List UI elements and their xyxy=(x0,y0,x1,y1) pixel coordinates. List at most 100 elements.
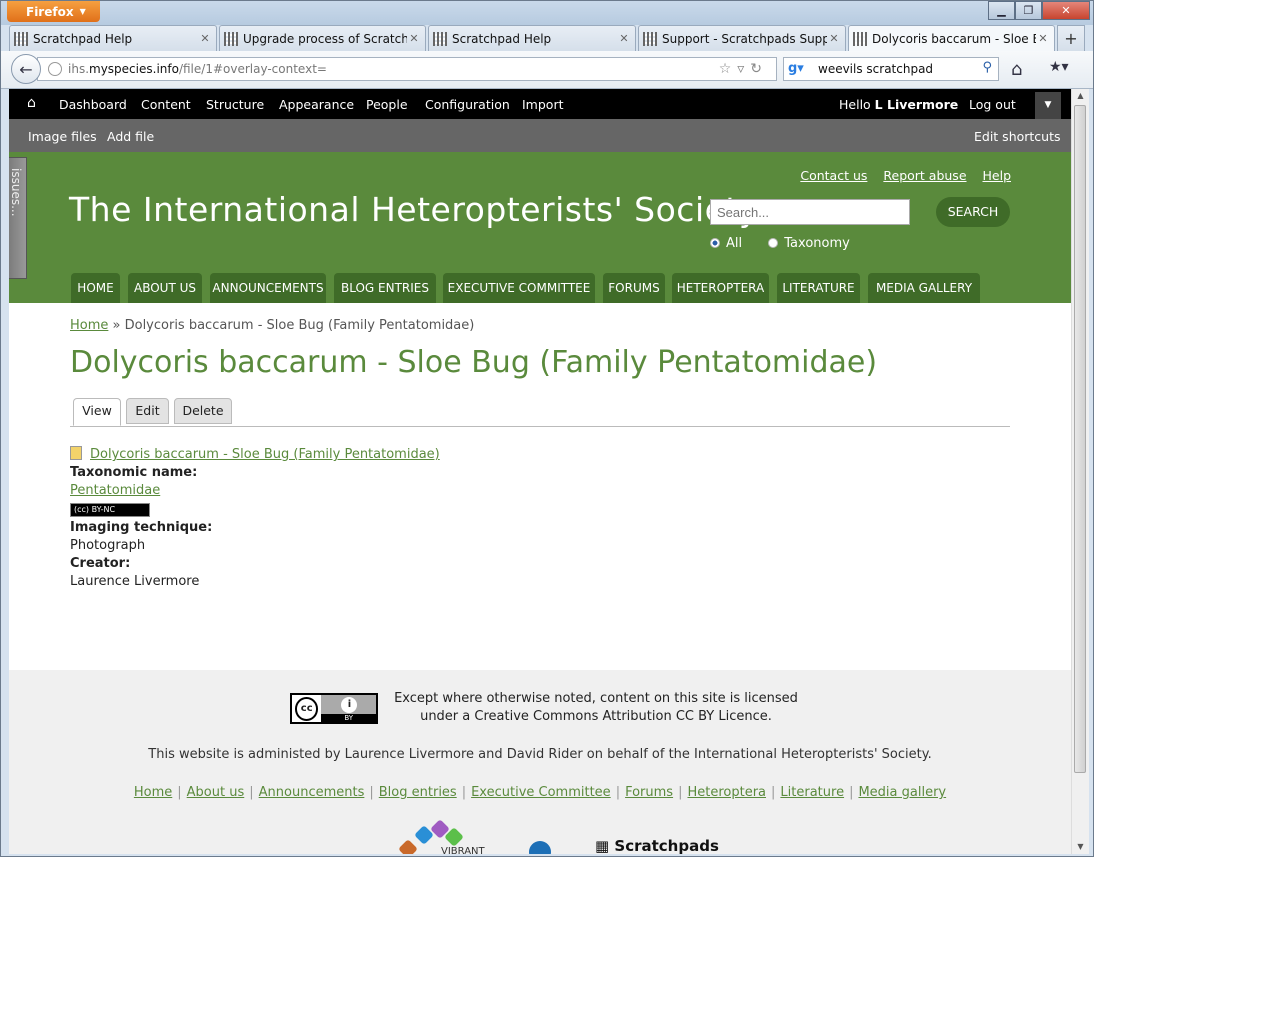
vibrant-logo-hex xyxy=(398,839,418,854)
nav-blog-entries[interactable]: BLOG ENTRIES xyxy=(334,273,436,303)
breadcrumb-home[interactable]: Home xyxy=(70,318,108,333)
footer-link-home[interactable]: Home xyxy=(134,785,172,800)
bookmark-star-icon[interactable]: ☆▿↻ xyxy=(719,61,768,77)
footer-link-literature[interactable]: Literature xyxy=(780,785,844,800)
back-arrow-icon: ← xyxy=(19,59,33,79)
tab-delete[interactable]: Delete xyxy=(174,398,232,424)
tab-edit[interactable]: Edit xyxy=(126,398,169,424)
cc-by-license-logo[interactable]: cc i BY xyxy=(290,693,378,724)
issues-tab[interactable]: issues... xyxy=(9,157,27,279)
toolbar-drawer-toggle[interactable]: ▼ xyxy=(1035,92,1061,119)
shortcut-image-files[interactable]: Image files xyxy=(28,129,97,144)
google-icon: g▾ xyxy=(788,61,804,76)
radio-all[interactable] xyxy=(710,238,720,248)
footer-link-executive-committee[interactable]: Executive Committee xyxy=(471,785,611,800)
close-tab-icon[interactable]: ✕ xyxy=(407,32,421,45)
footer-link-media-gallery[interactable]: Media gallery xyxy=(858,785,946,800)
browser-tab-active[interactable]: Dolycoris baccarum - Sloe Bu...✕ xyxy=(848,25,1055,51)
site-name[interactable]: The International Heteropterists' Societ… xyxy=(69,190,759,229)
new-tab-button[interactable]: + xyxy=(1057,25,1085,51)
file-link[interactable]: Dolycoris baccarum - Sloe Bug (Family Pe… xyxy=(90,447,440,462)
nav-home[interactable]: HOME xyxy=(71,273,120,303)
nav-heteroptera[interactable]: HETEROPTERA xyxy=(672,273,769,303)
radio-taxonomy[interactable] xyxy=(768,238,779,248)
toolbar-content[interactable]: Content xyxy=(141,97,191,112)
user-name[interactable]: L Livermore xyxy=(875,97,959,112)
toolbar-import[interactable]: Import xyxy=(522,97,564,112)
navigation-bar: ihs. myspecies.info/file/1#overlay-contex… xyxy=(1,51,1093,89)
footer-link-announcements[interactable]: Announcements xyxy=(259,785,365,800)
home-icon[interactable]: ⌂ xyxy=(1011,59,1022,80)
url-host: myspecies.info xyxy=(89,62,179,76)
site-header: Contact us Report abuse Help The Interna… xyxy=(9,152,1071,303)
site-search-button[interactable]: SEARCH xyxy=(936,197,1010,227)
vertical-scrollbar[interactable]: ▲ ▼ xyxy=(1071,89,1089,854)
license-text: Except where otherwise noted, content on… xyxy=(391,690,801,726)
site-footer: cc i BY Except where otherwise noted, con… xyxy=(9,670,1071,854)
help-link[interactable]: Help xyxy=(983,168,1012,183)
footer-link-about-us[interactable]: About us xyxy=(187,785,245,800)
nav-executive-committee[interactable]: EXECUTIVE COMMITTEE xyxy=(443,273,595,303)
drupal-logo[interactable] xyxy=(524,836,556,854)
nav-forums[interactable]: FORUMS xyxy=(603,273,665,303)
back-button[interactable]: ← xyxy=(11,54,41,84)
close-tab-icon[interactable]: ✕ xyxy=(617,32,631,45)
favicon-icon xyxy=(643,31,657,46)
close-tab-icon[interactable]: ✕ xyxy=(827,32,841,45)
home-icon[interactable]: ⌂ xyxy=(27,95,36,111)
footer-links: Home | About us | Announcements | Blog entries… xyxy=(133,785,947,800)
toolbar-dashboard[interactable]: Dashboard xyxy=(59,97,127,112)
search-icon[interactable]: ⚲ xyxy=(982,60,992,75)
browser-window: Firefox ▼ ▁ ❐ ✕ Scratchpad Help ✕ Upgrade … xyxy=(0,0,1094,857)
maximize-button[interactable]: ❐ xyxy=(1015,1,1042,20)
close-window-button[interactable]: ✕ xyxy=(1042,1,1090,20)
toolbar-structure[interactable]: Structure xyxy=(206,97,264,112)
browser-tab[interactable]: Upgrade process of Scratchpa...✕ xyxy=(219,25,426,51)
browser-tab[interactable]: Scratchpad Help ✕ xyxy=(428,25,636,51)
taxonomic-name-link[interactable]: Pentatomidae xyxy=(70,483,160,498)
scroll-up-arrow-icon[interactable]: ▲ xyxy=(1072,89,1089,103)
taxonomic-name-label: Taxonomic name: xyxy=(70,465,198,480)
close-tab-icon[interactable]: ✕ xyxy=(198,32,212,45)
license-line-2: under a Creative Commons Attribution CC … xyxy=(420,709,772,724)
browser-tab[interactable]: Support - Scratchpads Support✕ xyxy=(638,25,846,51)
nav-announcements[interactable]: ANNOUNCEMENTS xyxy=(210,273,326,303)
footer-link-blog-entries[interactable]: Blog entries xyxy=(379,785,457,800)
close-tab-icon[interactable]: ✕ xyxy=(1036,32,1050,45)
contact-us-link[interactable]: Contact us xyxy=(800,168,867,183)
nav-media-gallery[interactable]: MEDIA GALLERY xyxy=(868,273,980,303)
scrollbar-thumb[interactable] xyxy=(1074,105,1086,773)
greeting-text: Hello xyxy=(839,97,871,112)
cc-by-nc-badge[interactable]: (cc) BY-NC xyxy=(70,503,150,517)
vibrant-logo[interactable]: VIBRANT xyxy=(441,846,485,854)
toolbar-configuration[interactable]: Configuration xyxy=(425,97,510,112)
nav-literature[interactable]: LITERATURE xyxy=(777,273,860,303)
site-search-input[interactable] xyxy=(710,199,910,225)
report-abuse-link[interactable]: Report abuse xyxy=(883,168,966,183)
tab-label: Upgrade process of Scratchpa... xyxy=(243,31,407,46)
edit-shortcuts-link[interactable]: Edit shortcuts xyxy=(974,129,1061,144)
browser-tab[interactable]: Scratchpad Help ✕ xyxy=(9,25,217,51)
scratchpads-logo[interactable]: ▦ Scratchpads xyxy=(595,837,719,854)
file-row: Dolycoris baccarum - Sloe Bug (Family Pe… xyxy=(70,446,440,464)
url-bar[interactable]: ihs. myspecies.info/file/1#overlay-contex… xyxy=(37,57,777,81)
logout-link[interactable]: Log out xyxy=(969,97,1016,112)
scroll-down-arrow-icon[interactable]: ▼ xyxy=(1072,840,1089,854)
browser-search-box[interactable]: g▾ weevils scratchpad ⚲ xyxy=(783,57,999,81)
toolbar-appearance[interactable]: Appearance xyxy=(279,97,354,112)
breadcrumb-current: Dolycoris baccarum - Sloe Bug (Family Pe… xyxy=(124,318,475,333)
bookmarks-menu-icon[interactable]: ★▾ xyxy=(1049,59,1069,75)
tab-strip: Scratchpad Help ✕ Upgrade process of Scra… xyxy=(9,25,1087,51)
nav-about-us[interactable]: ABOUT US xyxy=(128,273,202,303)
minimize-button[interactable]: ▁ xyxy=(988,1,1015,20)
shortcut-add-file[interactable]: Add file xyxy=(107,129,154,144)
firefox-menu-button[interactable]: Firefox ▼ xyxy=(7,1,100,22)
footer-link-heteroptera[interactable]: Heteroptera xyxy=(687,785,766,800)
toolbar-people[interactable]: People xyxy=(366,97,408,112)
partner-logos: VIBRANT ▦ Scratchpads xyxy=(389,819,729,854)
tab-view[interactable]: View xyxy=(73,398,121,426)
footer-link-forums[interactable]: Forums xyxy=(625,785,673,800)
local-tabs: View Edit Delete xyxy=(70,398,1010,427)
url-path: /file/1#overlay-context= xyxy=(178,62,327,76)
radio-all-label: All xyxy=(726,236,743,251)
